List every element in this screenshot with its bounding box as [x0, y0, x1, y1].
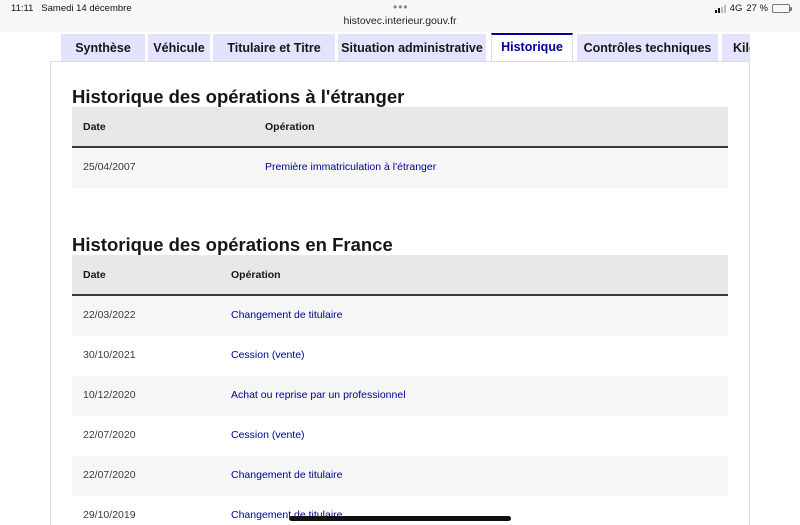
- row-operation: Achat ou reprise par un professionnel: [231, 389, 406, 401]
- row-date: 25/04/2007: [83, 161, 136, 173]
- column-header-date: Date: [83, 269, 106, 281]
- tab-situation-administrative[interactable]: Situation administrative: [338, 34, 486, 62]
- row-date: 22/07/2020: [83, 429, 136, 441]
- row-date: 22/03/2022: [83, 309, 136, 321]
- row-operation: Cession (vente): [231, 429, 305, 441]
- row-date: 10/12/2020: [83, 389, 136, 401]
- status-indicators: 4G 27 %: [714, 3, 792, 14]
- table-header: Date Opération: [72, 255, 728, 296]
- row-operation: Changement de titulaire: [231, 469, 343, 481]
- address-bar-url[interactable]: histovec.interieur.gouv.fr: [0, 15, 800, 27]
- cellular-signal-icon: [714, 4, 726, 13]
- tab-synthese[interactable]: Synthèse: [61, 34, 145, 62]
- clock-time: 11:11: [11, 3, 34, 14]
- row-date: 29/10/2019: [83, 509, 136, 521]
- tab-bar: Synthèse Véhicule Titulaire et Titre Sit…: [61, 33, 750, 62]
- table-row: 10/12/2020 Achat ou reprise par un profe…: [72, 376, 728, 416]
- more-dots-icon[interactable]: •••: [393, 0, 409, 14]
- tab-kilometrage[interactable]: Kilo: [722, 34, 750, 62]
- row-operation: Cession (vente): [231, 349, 305, 361]
- section-title-foreign: Historique des opérations à l'étranger: [72, 86, 405, 107]
- tab-controles-techniques[interactable]: Contrôles techniques: [577, 34, 718, 62]
- column-header-date: Date: [83, 121, 106, 133]
- table-row: 22/07/2020 Cession (vente): [72, 416, 728, 456]
- table-header: Date Opération: [72, 107, 728, 148]
- tab-vehicule[interactable]: Véhicule: [148, 34, 210, 62]
- column-header-operation: Opération: [265, 121, 315, 133]
- table-row: 30/10/2021 Cession (vente): [72, 336, 728, 376]
- column-header-operation: Opération: [231, 269, 281, 281]
- network-label: 4G: [729, 3, 743, 14]
- tab-historique[interactable]: Historique: [491, 33, 573, 62]
- clock-date: Samedi 14 décembre: [41, 3, 132, 14]
- status-bar: 11:11 Samedi 14 décembre ••• histovec.in…: [0, 0, 800, 32]
- section-title-france: Historique des opérations en France: [72, 234, 393, 255]
- table-row: 22/03/2022 Changement de titulaire: [72, 296, 728, 336]
- battery-percent: 27 %: [746, 3, 768, 14]
- row-date: 30/10/2021: [83, 349, 136, 361]
- table-row: 22/07/2020 Changement de titulaire: [72, 456, 728, 496]
- row-operation: Changement de titulaire: [231, 309, 343, 321]
- tab-titulaire-et-titre[interactable]: Titulaire et Titre: [213, 34, 335, 62]
- row-operation: Première immatriculation à l'étranger: [265, 161, 437, 173]
- foreign-operations-table: Date Opération 25/04/2007 Première immat…: [72, 107, 728, 188]
- status-time: 11:11 Samedi 14 décembre: [11, 3, 132, 14]
- home-indicator[interactable]: [289, 516, 511, 521]
- row-date: 22/07/2020: [83, 469, 136, 481]
- france-operations-table: Date Opération 22/03/2022 Changement de …: [72, 255, 728, 525]
- battery-icon: [772, 4, 792, 13]
- table-row: 25/04/2007 Première immatriculation à l'…: [72, 148, 728, 188]
